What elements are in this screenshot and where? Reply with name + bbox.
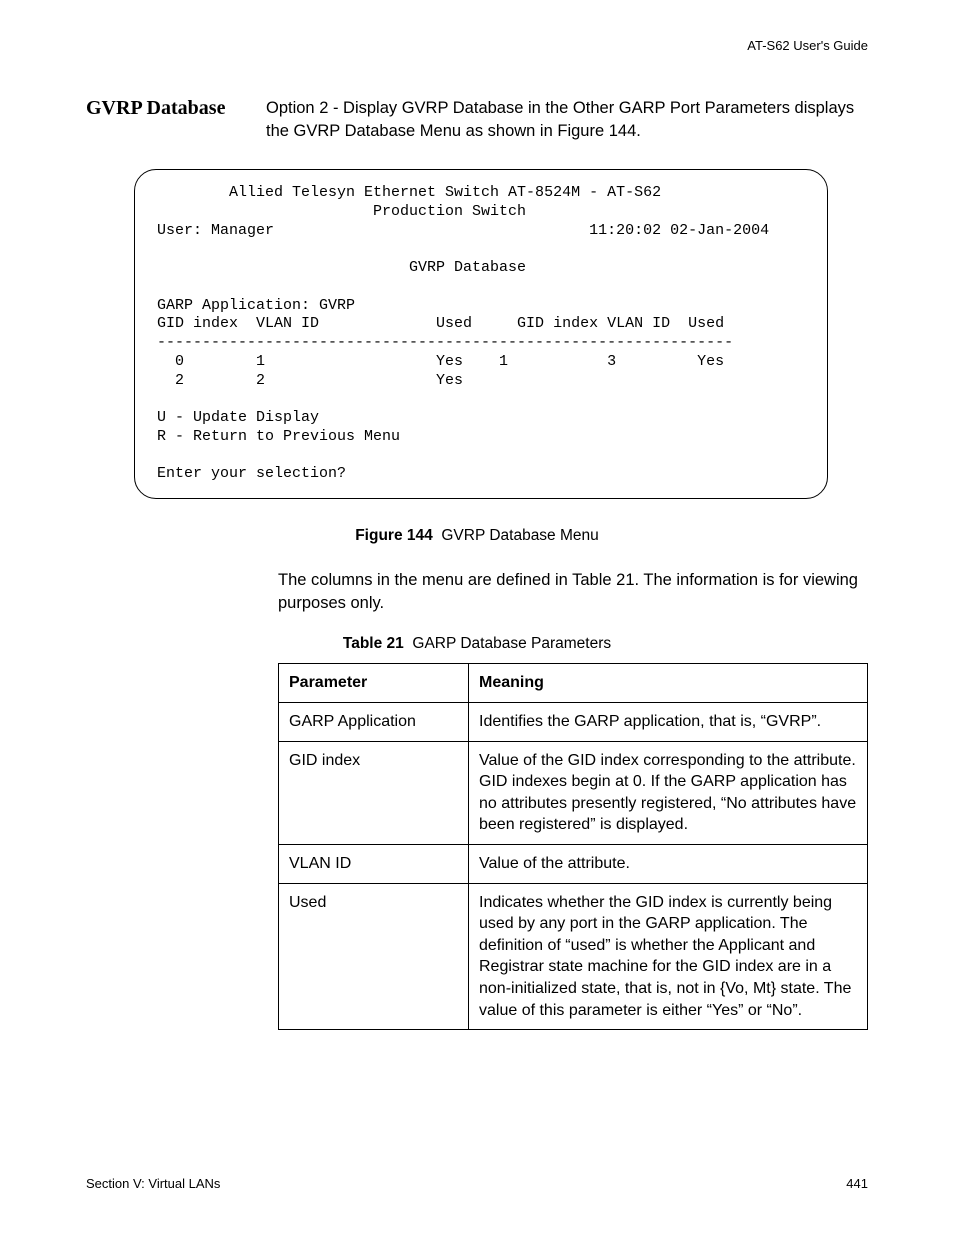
section-body: Option 2 - Display GVRP Database in the … (266, 97, 868, 143)
post-figure-text: The columns in the menu are defined in T… (278, 569, 868, 615)
doc-title: AT-S62 User's Guide (86, 38, 868, 53)
cell-parameter: GID index (279, 741, 469, 844)
cell-meaning: Value of the attribute. (469, 844, 868, 883)
table-row: GID indexValue of the GID index correspo… (279, 741, 868, 844)
table-title: GARP Database Parameters (412, 635, 611, 652)
cell-meaning: Identifies the GARP application, that is… (469, 702, 868, 741)
table-row: GARP ApplicationIdentifies the GARP appl… (279, 702, 868, 741)
table-label: Table 21 (343, 635, 404, 652)
terminal-window: Allied Telesyn Ethernet Switch AT-8524M … (134, 169, 828, 499)
cell-parameter: VLAN ID (279, 844, 469, 883)
parameters-table: Parameter Meaning GARP ApplicationIdenti… (278, 663, 868, 1030)
footer-right: 441 (846, 1176, 868, 1191)
figure-title: GVRP Database Menu (441, 527, 598, 544)
table-caption: Table 21 GARP Database Parameters (86, 635, 868, 653)
footer-left: Section V: Virtual LANs (86, 1176, 220, 1191)
section-heading: GVRP Database (86, 97, 266, 120)
cell-parameter: GARP Application (279, 702, 469, 741)
figure-label: Figure 144 (355, 527, 433, 544)
table-header-row: Parameter Meaning (279, 664, 868, 703)
page-footer: Section V: Virtual LANs 441 (86, 1176, 868, 1191)
table-row: VLAN IDValue of the attribute. (279, 844, 868, 883)
table-row: UsedIndicates whether the GID index is c… (279, 883, 868, 1030)
cell-meaning: Value of the GID index corresponding to … (469, 741, 868, 844)
figure-caption: Figure 144 GVRP Database Menu (86, 527, 868, 545)
header-meaning: Meaning (469, 664, 868, 703)
cell-parameter: Used (279, 883, 469, 1030)
header-parameter: Parameter (279, 664, 469, 703)
cell-meaning: Indicates whether the GID index is curre… (469, 883, 868, 1030)
